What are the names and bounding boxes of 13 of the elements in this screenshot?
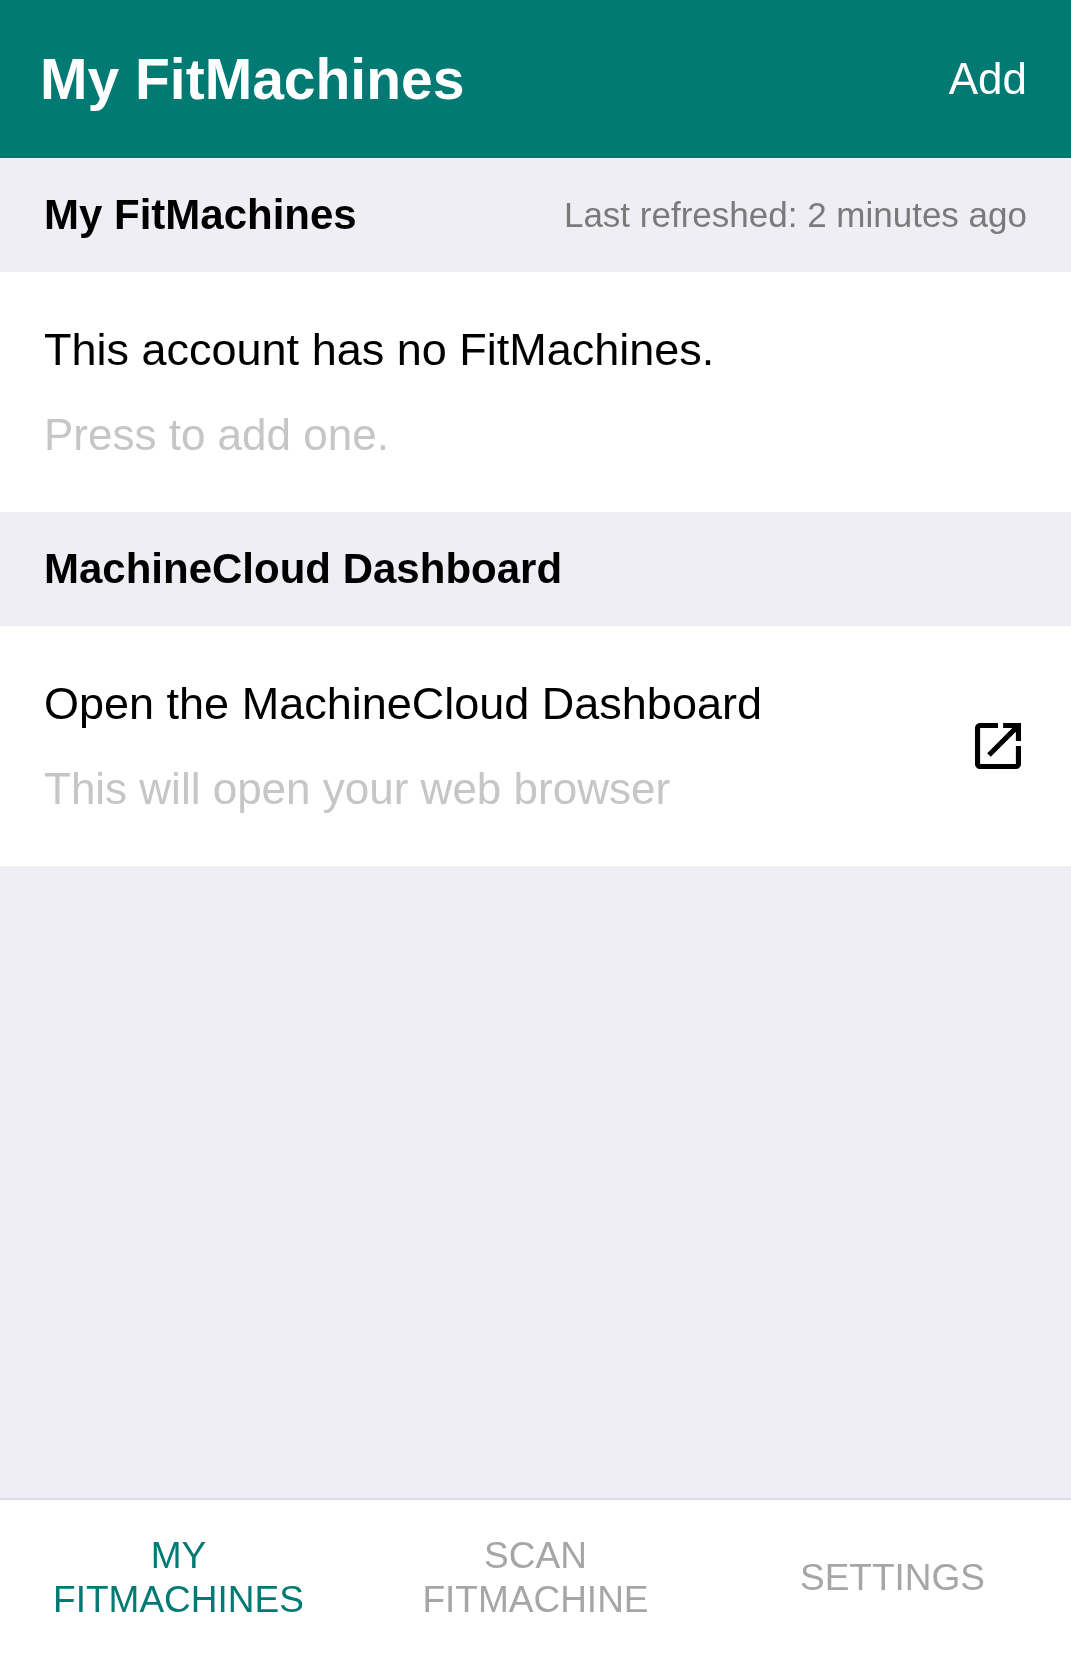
item-subtitle: This will open your web browser	[44, 764, 672, 813]
list-item[interactable]: Open the MachineCloud Dashboard This will open your web browser	[0, 626, 1071, 866]
item-subtitle: Press to add one.	[44, 410, 390, 459]
external-link-icon	[975, 723, 1021, 769]
item-title: Open the MachineCloud Dashboard	[44, 679, 762, 729]
list-item[interactable]: This account has no FitMachines. Press to add one.	[0, 272, 1071, 512]
add-button[interactable]: Add	[948, 52, 1027, 106]
app-title: My FitMachines	[40, 45, 465, 113]
section-title: My FitMachines	[44, 191, 357, 239]
item-title: This account has no FitMachines.	[44, 325, 715, 375]
section-title: MachineCloud Dashboard	[44, 545, 563, 593]
tab[interactable]: MY FITMACHINES	[33, 1533, 324, 1623]
last-refreshed-text: Last refreshed: 2 minutes ago	[563, 195, 1027, 235]
